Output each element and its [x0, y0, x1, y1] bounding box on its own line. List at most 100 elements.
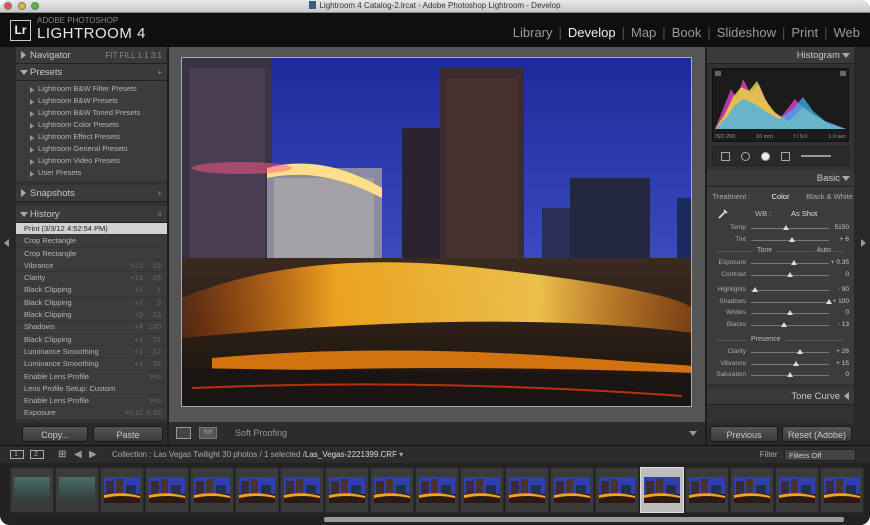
module-book[interactable]: Book	[666, 25, 708, 40]
filmstrip-thumbnail[interactable]	[730, 467, 774, 513]
histogram-header[interactable]: Histogram	[707, 47, 854, 64]
add-snapshot-button[interactable]: +	[157, 185, 162, 202]
filmstrip-thumbnail[interactable]	[145, 467, 189, 513]
history-step[interactable]: Black Clipping +2 3	[16, 297, 167, 310]
preset-folder[interactable]: User Presets	[16, 167, 167, 179]
slider-thumb[interactable]	[789, 236, 796, 242]
module-develop[interactable]: Develop	[562, 25, 622, 40]
slider-value[interactable]: 0	[845, 271, 849, 278]
preset-folder[interactable]: Lightroom Effect Presets	[16, 131, 167, 143]
filmstrip-thumbnail[interactable]	[640, 467, 684, 513]
filmstrip-thumbnail[interactable]	[10, 467, 54, 513]
history-step[interactable]: Enable Lens Profile Yes	[16, 371, 167, 383]
navigator-zoom-options[interactable]: FIT FILL 1:1 3:1	[106, 47, 162, 64]
add-preset-button[interactable]: +	[157, 64, 162, 81]
crop-icon[interactable]	[721, 151, 730, 161]
primary-window-button[interactable]: 1	[10, 450, 24, 459]
preset-folder[interactable]: Lightroom Video Presets	[16, 155, 167, 167]
filmstrip-thumbnail[interactable]	[55, 467, 99, 513]
history-step[interactable]: Exposure +0.11 0.35	[16, 407, 167, 420]
slider-value[interactable]: - 13	[838, 321, 849, 328]
slider-thumb[interactable]	[787, 310, 793, 315]
slider-value[interactable]: 0	[845, 309, 849, 316]
reset-button[interactable]: Reset (Adobe)	[782, 426, 852, 442]
module-print[interactable]: Print	[785, 25, 824, 40]
history-step[interactable]: Print (3/3/12 4:52:54 PM)	[16, 223, 167, 236]
module-map[interactable]: Map	[625, 25, 662, 40]
filmstrip-thumbnail[interactable]	[190, 467, 234, 513]
loupe-view-button[interactable]	[176, 427, 191, 439]
filmstrip-thumbnail[interactable]	[820, 467, 864, 513]
slider-thumb[interactable]	[787, 271, 793, 277]
slider-value[interactable]: + 100	[833, 298, 849, 305]
whites-slider[interactable]: Whites 0	[707, 307, 854, 319]
filmstrip-thumbnail[interactable]	[235, 467, 279, 513]
history-step[interactable]: Luminance Smoothing +1 12	[16, 346, 167, 359]
contrast-slider[interactable]: Contrast 0	[707, 269, 854, 281]
wb-preset-select[interactable]: As Shot	[791, 209, 817, 218]
snapshots-header[interactable]: Snapshots +	[16, 185, 167, 202]
filmstrip-thumbnail[interactable]	[415, 467, 459, 513]
module-web[interactable]: Web	[828, 25, 867, 40]
history-header[interactable]: History ×	[16, 206, 167, 223]
slider-thumb[interactable]	[787, 372, 793, 377]
preset-folder[interactable]: Lightroom B&W Filter Presets	[16, 83, 167, 95]
filmstrip-thumbnail[interactable]	[505, 467, 549, 513]
red-eye-icon[interactable]	[761, 151, 770, 161]
slider-value[interactable]: + 6	[840, 236, 849, 243]
slider-thumb[interactable]	[797, 349, 804, 354]
presets-header[interactable]: Presets +	[16, 64, 167, 81]
module-slideshow[interactable]: Slideshow	[711, 25, 782, 40]
soft-proofing-toggle[interactable]: Soft Proofing	[235, 422, 287, 444]
forward-arrow-icon[interactable]: ▶	[89, 446, 97, 464]
blacks-slider[interactable]: Blacks - 13	[707, 319, 854, 331]
preset-folder[interactable]: Lightroom B&W Presets	[16, 95, 167, 107]
slider-value[interactable]: 0	[845, 371, 849, 378]
temp-slider[interactable]: Temp 5150	[707, 222, 854, 234]
history-step[interactable]: Black Clipping +1 21	[16, 334, 167, 346]
filter-select[interactable]: Filters Off	[784, 449, 856, 461]
highlight-clipping-indicator[interactable]	[840, 71, 846, 76]
slider-value[interactable]: 5150	[835, 224, 849, 231]
basic-header[interactable]: Basic	[707, 170, 854, 187]
filmstrip-thumbnail[interactable]	[325, 467, 369, 513]
slider-thumb[interactable]	[751, 287, 758, 292]
filmstrip-thumbnail[interactable]	[550, 467, 594, 513]
slider-thumb[interactable]	[793, 360, 800, 366]
saturation-slider[interactable]: Saturation 0	[707, 369, 854, 381]
slider-thumb[interactable]	[790, 260, 797, 265]
right-panel-toggle[interactable]	[854, 47, 870, 445]
history-step[interactable]: Lens Profile Setup: Custom	[16, 383, 167, 396]
preset-folder[interactable]: Lightroom General Presets	[16, 143, 167, 155]
filmstrip-scrollbar[interactable]	[324, 517, 844, 522]
history-step[interactable]: Crop Rectangle	[16, 235, 167, 248]
preset-folder[interactable]: Lightroom B&W Toned Presets	[16, 107, 167, 119]
tone-curve-header[interactable]: Tone Curve	[707, 387, 854, 405]
history-step[interactable]: Luminance Smoothing +1 32	[16, 358, 167, 371]
graduated-filter-icon[interactable]	[781, 151, 790, 161]
filmstrip-thumbnail[interactable]	[595, 467, 639, 513]
history-step[interactable]: Shadows +4 100	[16, 321, 167, 334]
spot-removal-icon[interactable]	[741, 151, 750, 161]
treatment-bw[interactable]: Black & White	[805, 190, 854, 204]
toolbar-menu-chevron-down-icon[interactable]	[689, 431, 697, 436]
shadows-slider[interactable]: Shadows + 100	[707, 296, 854, 308]
slider-value[interactable]: - 90	[838, 286, 849, 293]
tint-slider[interactable]: Tint + 6	[707, 234, 854, 246]
module-library[interactable]: Library	[507, 25, 559, 40]
secondary-window-button[interactable]: 2	[30, 450, 44, 459]
grid-icon[interactable]: ⊞	[58, 446, 66, 464]
treatment-color[interactable]: Color	[756, 190, 805, 204]
filmstrip-thumbnail[interactable]	[280, 467, 324, 513]
brush-icon[interactable]	[801, 155, 831, 157]
before-after-button[interactable]: Y|Y	[199, 427, 217, 439]
auto-tone-button[interactable]: Auto	[813, 245, 834, 257]
filmstrip-thumbnail[interactable]	[685, 467, 729, 513]
navigator-header[interactable]: Navigator FIT FILL 1:1 3:1	[16, 47, 167, 64]
slider-value[interactable]: + 15	[836, 360, 849, 367]
history-step[interactable]: Crop Rectangle	[16, 248, 167, 260]
preset-folder[interactable]: Lightroom Color Presets	[16, 119, 167, 131]
history-step[interactable]: Black Clipping +1 1	[16, 284, 167, 297]
histogram[interactable]: ISO 200 16 mm f / 9.0 1.0 sec	[712, 68, 849, 142]
filmstrip-thumbnail[interactable]	[775, 467, 819, 513]
